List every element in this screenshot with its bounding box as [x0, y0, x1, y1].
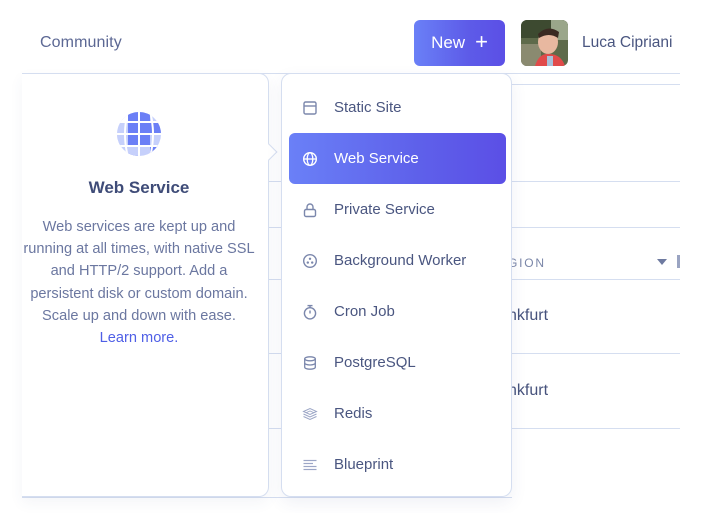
menu-item-cron-job[interactable]: Cron Job	[289, 286, 506, 337]
table-divider	[268, 227, 282, 228]
worker-circle-icon	[301, 252, 319, 270]
menu-item-static-site[interactable]: Static Site	[289, 82, 506, 133]
globe-icon	[301, 150, 319, 168]
avatar[interactable]	[521, 20, 568, 66]
table-divider	[268, 279, 282, 280]
menu-item-background-worker[interactable]: Background Worker	[289, 235, 506, 286]
menu-item-label: Background Worker	[334, 252, 467, 269]
table-divider	[510, 181, 680, 182]
column-header-next	[677, 255, 680, 268]
table-cell-region: nkfurt	[508, 307, 549, 324]
table-divider	[510, 227, 680, 228]
table-cell-region: nkfurt	[508, 382, 549, 399]
nav-link-community[interactable]: Community	[40, 34, 122, 52]
new-service-menu: Static Site Web Service Private Service …	[281, 73, 512, 497]
menu-item-label: Redis	[334, 405, 373, 422]
sort-caret-icon[interactable]	[657, 259, 667, 265]
menu-item-label: Web Service	[334, 150, 419, 167]
description-body: Web services are kept up and running at …	[22, 216, 256, 349]
database-icon	[301, 354, 319, 372]
user-name[interactable]: Luca Cipriani	[582, 34, 672, 52]
description-text: Web services are kept up and running at …	[23, 219, 255, 324]
menu-item-web-service[interactable]: Web Service	[289, 133, 506, 184]
menu-item-label: Private Service	[334, 201, 435, 218]
menu-item-label: Static Site	[334, 99, 402, 116]
menu-item-postgresql[interactable]: PostgreSQL	[289, 337, 506, 388]
plus-icon: +	[475, 29, 488, 54]
table-divider	[268, 353, 282, 354]
menu-item-blueprint[interactable]: Blueprint	[289, 439, 506, 490]
table-divider	[510, 353, 680, 354]
new-button-label: New	[431, 33, 466, 52]
learn-more-link[interactable]: Learn more.	[100, 330, 179, 346]
table-divider	[22, 497, 512, 498]
table-divider	[268, 428, 282, 429]
layers-icon	[301, 405, 319, 423]
menu-item-label: PostgreSQL	[334, 354, 416, 371]
globe-icon	[116, 111, 162, 157]
column-header-region[interactable]: GION	[508, 256, 546, 270]
menu-item-redis[interactable]: Redis	[289, 388, 506, 439]
table-divider	[510, 279, 680, 280]
user-photo-icon	[521, 20, 568, 66]
lock-icon	[301, 201, 319, 219]
description-title: Web Service	[88, 178, 190, 197]
lines-icon	[301, 456, 319, 474]
menu-item-private-service[interactable]: Private Service	[289, 184, 506, 235]
table-divider	[268, 181, 282, 182]
table-divider	[510, 428, 680, 429]
menu-item-label: Blueprint	[334, 456, 394, 473]
browser-window-icon	[301, 99, 319, 117]
menu-item-label: Cron Job	[334, 303, 395, 320]
table-divider	[510, 84, 680, 85]
new-button[interactable]: New +	[414, 20, 505, 66]
stopwatch-icon	[301, 303, 319, 321]
